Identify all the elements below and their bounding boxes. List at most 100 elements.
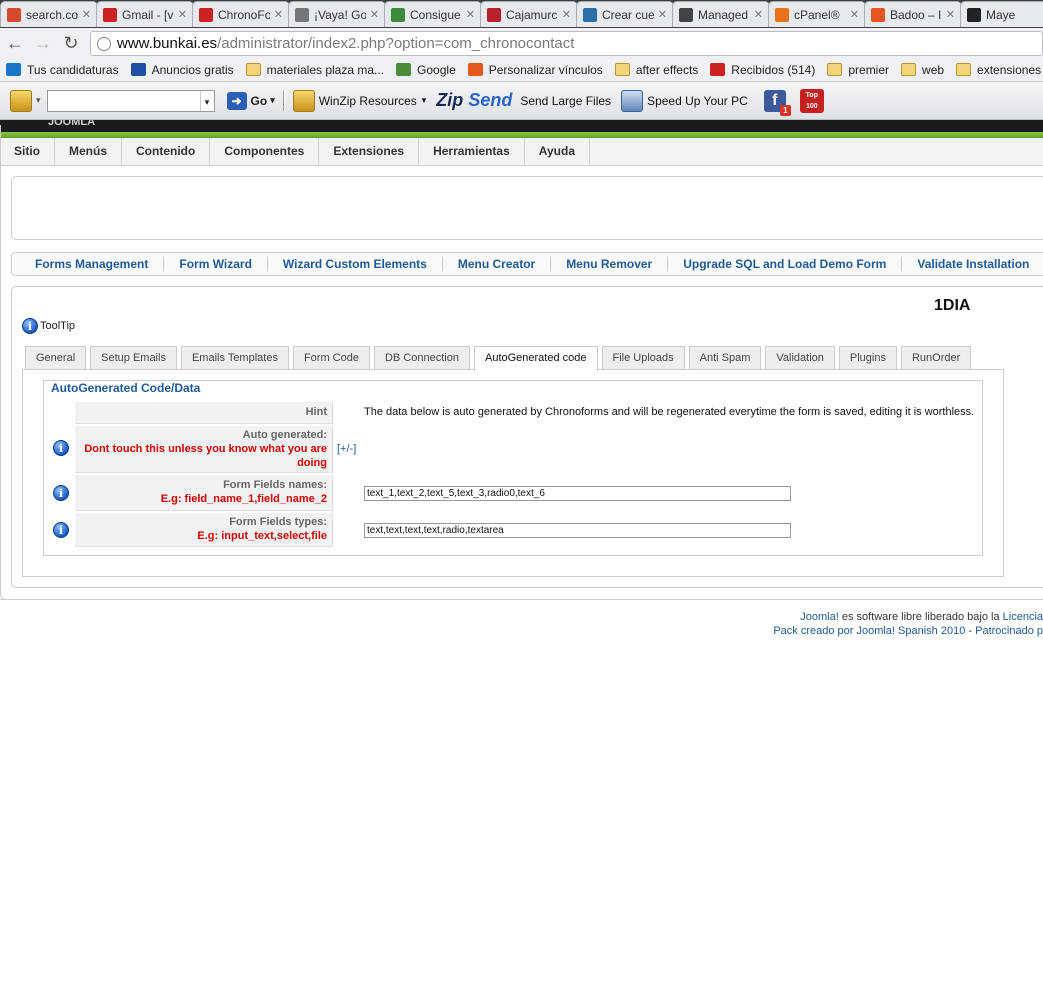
- send-large-files-label: Send Large Files: [520, 93, 612, 108]
- bookmark-item[interactable]: Recibidos (514): [710, 63, 815, 77]
- menu-item[interactable]: Herramientas: [419, 138, 525, 165]
- menu-item[interactable]: Extensiones: [319, 138, 420, 165]
- address-bar-row: ← → ↻ www.bunkai.es/administrator/index2…: [0, 28, 1043, 58]
- fields-names-example: E.g: field_name_1,field_name_2: [160, 493, 327, 505]
- fieldset-legend: AutoGenerated Code/Data: [48, 381, 204, 395]
- form-tab[interactable]: Form Code: [292, 346, 370, 370]
- fields-types-input[interactable]: text,text,text,text,radio,textarea: [364, 523, 791, 538]
- menu-item[interactable]: Contenido: [122, 138, 211, 165]
- toolbar-panel: [11, 176, 1043, 240]
- browser-tab[interactable]: ¡Vaya! Go ✕: [288, 1, 386, 27]
- close-icon[interactable]: ✕: [274, 8, 283, 21]
- fields-names-input[interactable]: text_1,text_2,text_5,text_3,radio0,text_…: [364, 486, 791, 501]
- toolbar-search-input[interactable]: ▾: [46, 89, 215, 112]
- form-tab[interactable]: AutoGenerated code: [473, 346, 598, 371]
- browser-tab[interactable]: Managed ✕: [672, 1, 770, 27]
- back-icon[interactable]: ←: [2, 30, 28, 56]
- license-link[interactable]: Licencia: [1003, 611, 1043, 623]
- form-tab[interactable]: Plugins: [838, 346, 897, 370]
- browser-tab-title: ChronoFo: [218, 7, 270, 22]
- form-tab[interactable]: Emails Templates: [180, 346, 289, 370]
- bookmark-item[interactable]: Google: [396, 63, 456, 77]
- close-icon[interactable]: ✕: [850, 8, 859, 21]
- browser-tab-title: Badoo – I: [890, 7, 942, 22]
- form-tab[interactable]: Validation: [765, 346, 835, 370]
- browser-tab[interactable]: search.co ✕: [0, 1, 98, 27]
- submenu-link[interactable]: Upgrade SQL and Load Demo Form: [668, 257, 903, 271]
- fields-types-label: Form Fields types:: [229, 516, 327, 528]
- form-tab[interactable]: File Uploads: [601, 346, 685, 370]
- sponsor-link[interactable]: Patrocinado p: [975, 625, 1043, 637]
- folder-icon: [245, 63, 261, 76]
- reload-icon[interactable]: ↻: [58, 30, 84, 56]
- close-icon[interactable]: ✕: [754, 8, 763, 21]
- expand-toggle-link[interactable]: [+/-]: [337, 443, 356, 455]
- close-icon[interactable]: ✕: [946, 8, 955, 21]
- form-tab[interactable]: Setup Emails: [90, 346, 177, 370]
- forward-icon[interactable]: →: [30, 30, 56, 56]
- bookmark-item[interactable]: web: [901, 63, 944, 77]
- winzip-resources-button[interactable]: WinZip Resources ▾: [292, 89, 426, 112]
- speed-up-button[interactable]: Speed Up Your PC: [621, 89, 748, 112]
- browser-tab[interactable]: Consigue ✕: [384, 1, 482, 27]
- zipsend-button[interactable]: Zip Send Send Large Files: [436, 90, 611, 111]
- info-icon[interactable]: i: [53, 440, 69, 456]
- submenu-link[interactable]: Menu Remover: [551, 257, 669, 271]
- menu-item[interactable]: Componentes: [210, 138, 320, 165]
- browser-tab[interactable]: cPanel® ✕: [768, 1, 866, 27]
- form-tab[interactable]: Anti Spam: [688, 346, 762, 370]
- joomla-link[interactable]: Joomla!: [800, 611, 839, 623]
- form-tab[interactable]: General: [25, 346, 87, 370]
- folder-icon: [827, 63, 843, 76]
- close-icon[interactable]: ✕: [370, 8, 379, 21]
- form-tab[interactable]: RunOrder: [900, 346, 972, 370]
- bookmark-item[interactable]: extensiones joo: [956, 63, 1043, 77]
- url-host: www.bunkai.es: [117, 35, 218, 52]
- close-icon[interactable]: ✕: [562, 8, 571, 21]
- close-icon[interactable]: ✕: [658, 8, 667, 21]
- top100-icon[interactable]: Top 100: [799, 88, 824, 113]
- browser-tab-title: ¡Vaya! Go: [314, 7, 366, 22]
- go-button[interactable]: ➜ Go ▾: [226, 91, 275, 110]
- menu-item[interactable]: Ayuda: [525, 138, 591, 165]
- bookmark-item[interactable]: premier: [827, 63, 889, 77]
- fields-names-label-cell: Form Fields names: E.g: field_name_1,fie…: [75, 475, 333, 511]
- tooltip-toggle[interactable]: i ToolTip: [22, 318, 75, 334]
- submenu-link[interactable]: Forms Management: [12, 257, 165, 271]
- browser-tab[interactable]: Cajamurc ✕: [480, 1, 578, 27]
- hint-label-cell: Hint: [75, 402, 333, 424]
- info-icon[interactable]: i: [53, 485, 69, 501]
- bookmark-item[interactable]: Personalizar vínculos: [467, 63, 603, 77]
- browser-tab[interactable]: Crear cue ✕: [576, 1, 674, 27]
- bookmark-item[interactable]: materiales plaza ma...: [245, 63, 384, 77]
- browser-tab[interactable]: Gmail - [v ✕: [96, 1, 194, 27]
- menu-item[interactable]: Menús: [55, 138, 123, 165]
- browser-tab[interactable]: ChronoFo ✕: [192, 1, 290, 27]
- spanish-pack-link[interactable]: Pack creado por Joomla! Spanish 2010: [773, 625, 965, 637]
- bookmark-item[interactable]: Tus candidaturas: [6, 63, 119, 77]
- browser-tab-title: Cajamurc: [506, 7, 558, 22]
- dropdown-arrow-icon[interactable]: ▾: [36, 95, 41, 106]
- submenu-link[interactable]: Menu Creator: [443, 257, 552, 271]
- close-icon[interactable]: ✕: [82, 8, 91, 21]
- url-input[interactable]: www.bunkai.es/administrator/index2.php?o…: [90, 31, 1043, 56]
- close-icon[interactable]: ✕: [466, 8, 475, 21]
- submenu-link[interactable]: Validate Installation: [902, 257, 1043, 271]
- browser-tab[interactable]: Maye✕: [960, 1, 1043, 27]
- winzip-logo-icon[interactable]: [10, 89, 32, 112]
- submenu-link[interactable]: Form Wizard: [164, 257, 268, 271]
- bookmark-item[interactable]: Anuncios gratis: [130, 63, 234, 77]
- form-tab[interactable]: DB Connection: [373, 346, 470, 370]
- chronoforms-icon: [199, 7, 213, 22]
- browser-tab[interactable]: Badoo – I ✕: [864, 1, 962, 27]
- chevron-down-icon[interactable]: ▾: [199, 90, 214, 111]
- bookmark-item[interactable]: after effects: [614, 63, 698, 77]
- search-icon: [7, 7, 21, 22]
- speedup-icon: [621, 89, 644, 112]
- submenu-link[interactable]: Wizard Custom Elements: [268, 257, 443, 271]
- bank-icon: [487, 7, 501, 22]
- windows-icon: [467, 63, 483, 76]
- close-icon[interactable]: ✕: [178, 8, 187, 21]
- facebook-icon[interactable]: f1: [763, 89, 791, 116]
- info-icon[interactable]: i: [53, 522, 69, 538]
